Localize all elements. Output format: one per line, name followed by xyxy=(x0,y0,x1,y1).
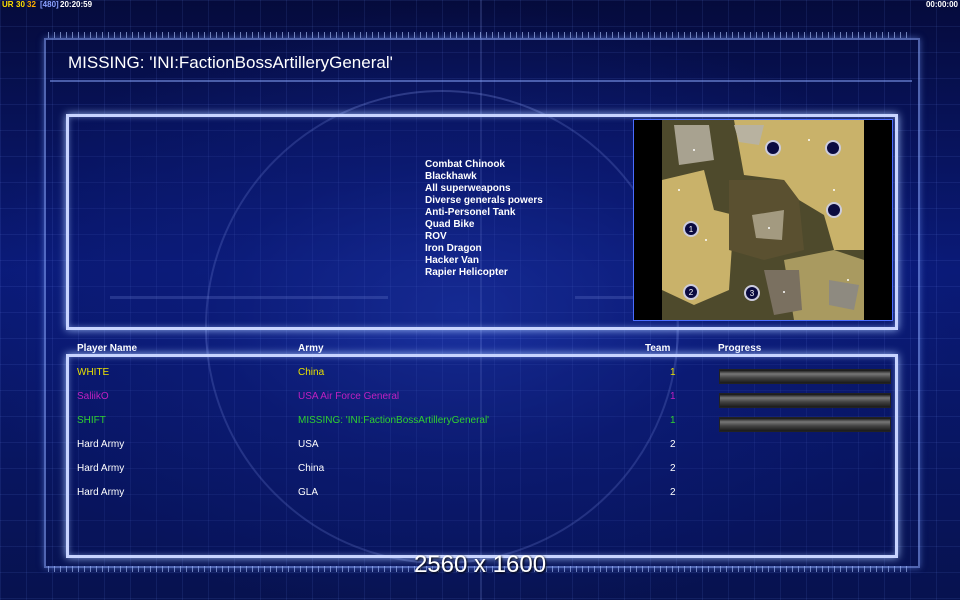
rule-item: Anti-Personel Tank xyxy=(425,207,516,218)
player-row: Hard Army China 2 xyxy=(0,463,960,483)
player-name: SHIFT xyxy=(77,415,106,426)
player-army: China xyxy=(298,367,325,378)
player-row: WHITE China 1 xyxy=(0,367,960,387)
hud-clock: 20:20:59 xyxy=(60,0,93,9)
player-team: 1 xyxy=(670,391,676,402)
rule-item: Diverse generals powers xyxy=(425,195,543,206)
page-title: MISSING: 'INI:FactionBossArtilleryGenera… xyxy=(68,53,393,72)
rules-list: Combat Chinook Blackhawk All superweapon… xyxy=(425,159,543,279)
player-team: 2 xyxy=(670,439,676,450)
hud-game-timer: 00:00:00 xyxy=(925,0,958,9)
debug-hud: UR 30 32 [480] 20:20:59 00:00:00 xyxy=(0,0,960,9)
rule-item: All superweapons xyxy=(425,183,511,194)
start-marker-2: 2 xyxy=(689,288,694,297)
player-team: 1 xyxy=(670,415,676,426)
rule-item: Iron Dragon xyxy=(425,243,482,254)
map-preview: 1 2 3 xyxy=(633,119,893,321)
rule-item: Combat Chinook xyxy=(425,159,505,170)
player-army: USA Air Force General xyxy=(298,391,400,402)
column-header-progress: Progress xyxy=(718,343,762,354)
player-army: GLA xyxy=(298,487,319,498)
player-team: 2 xyxy=(670,463,676,474)
rule-item: Quad Bike xyxy=(425,219,475,230)
player-team: 2 xyxy=(670,487,676,498)
column-header-army: Army xyxy=(298,343,324,354)
player-row: SaliikO USA Air Force General 1 xyxy=(0,391,960,411)
player-row: SHIFT MISSING: 'INI:FactionBossArtillery… xyxy=(0,415,960,435)
map-terrain: 1 2 3 xyxy=(634,120,892,320)
player-name: SaliikO xyxy=(77,391,109,402)
hud-ur-label: UR xyxy=(2,0,14,9)
player-row: Hard Army USA 2 xyxy=(0,439,960,459)
column-header-team: Team xyxy=(645,343,671,354)
player-name: Hard Army xyxy=(77,487,125,498)
player-progress-bar xyxy=(719,393,891,408)
player-row: Hard Army GLA 2 xyxy=(0,487,960,507)
rule-item: Hacker Van xyxy=(425,255,479,266)
player-name: Hard Army xyxy=(77,463,125,474)
hud-fps-a: 30 xyxy=(16,0,25,9)
player-army: MISSING: 'INI:FactionBossArtilleryGenera… xyxy=(298,415,490,426)
player-team: 1 xyxy=(670,367,676,378)
player-army: China xyxy=(298,463,325,474)
hud-fps-c: [480] xyxy=(40,0,59,9)
hud-fps-b: 32 xyxy=(27,0,36,9)
player-name: Hard Army xyxy=(77,439,125,450)
player-name: WHITE xyxy=(77,367,110,378)
title-bar: MISSING: 'INI:FactionBossArtilleryGenera… xyxy=(50,42,912,82)
start-marker-1: 1 xyxy=(689,225,694,234)
player-progress-bar xyxy=(719,369,891,384)
player-army: USA xyxy=(298,439,319,450)
rule-item: ROV xyxy=(425,231,447,242)
start-marker-3: 3 xyxy=(750,289,755,298)
player-progress-bar xyxy=(719,417,891,432)
rule-item: Blackhawk xyxy=(425,171,477,182)
rule-item: Rapier Helicopter xyxy=(425,267,508,278)
column-header-player-name: Player Name xyxy=(77,343,138,354)
resolution-watermark: 2560 x 1600 xyxy=(413,551,547,578)
